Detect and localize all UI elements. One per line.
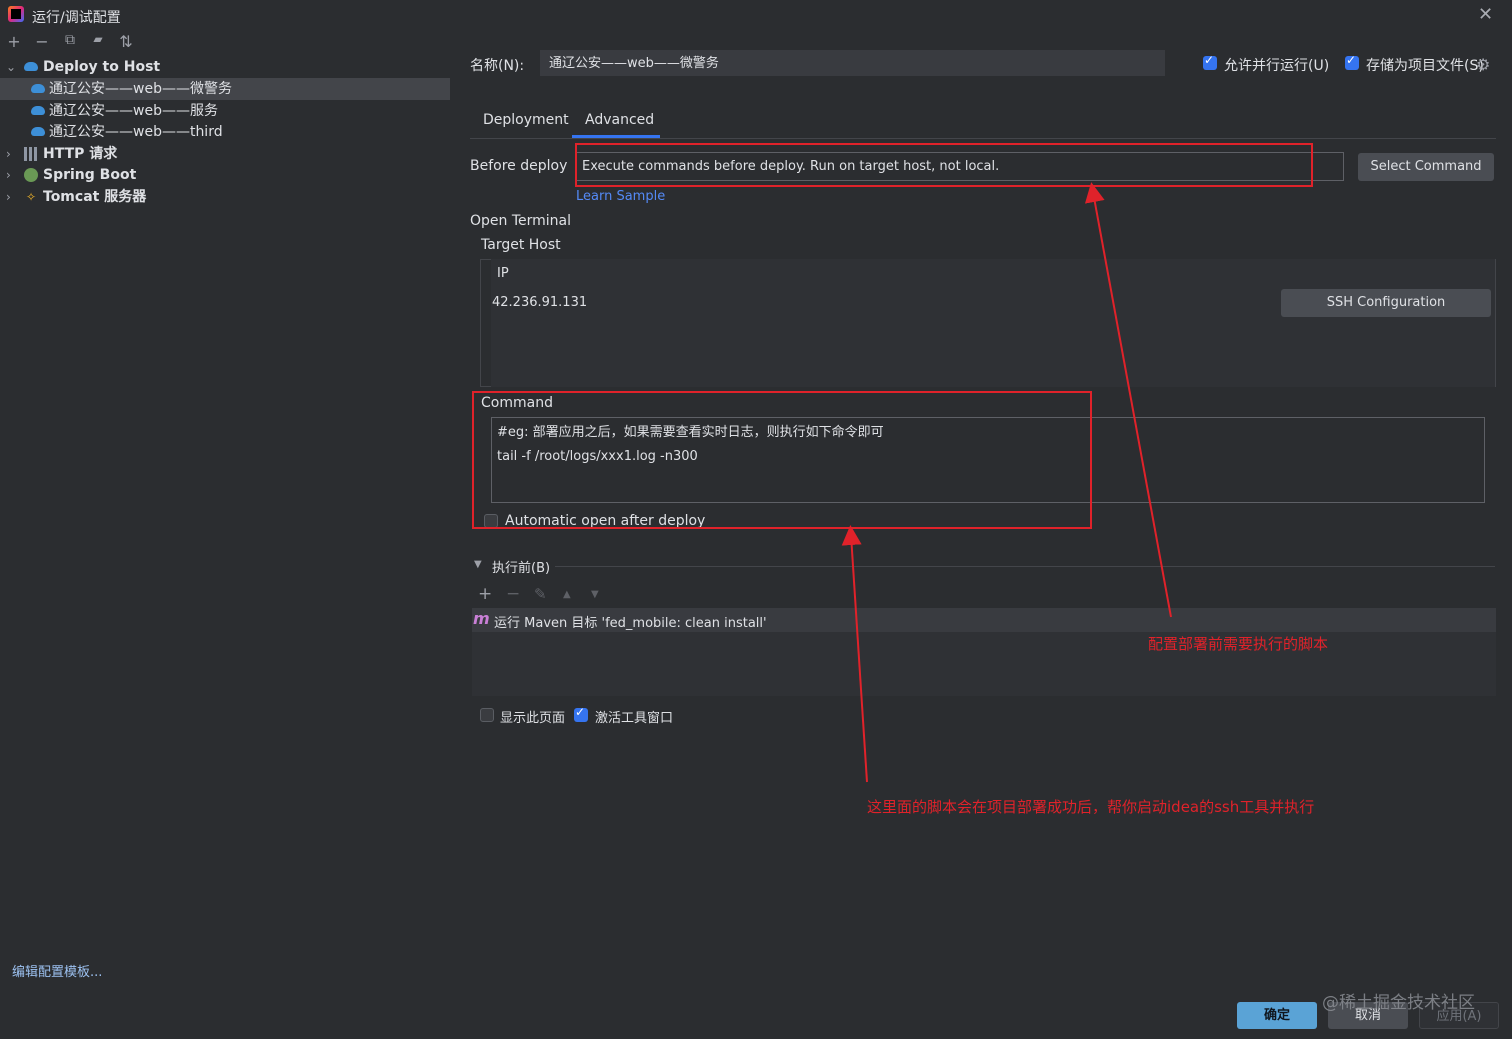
annotation-arrow — [1084, 182, 1172, 618]
annotation-arrow — [841, 525, 868, 783]
ok-button[interactable]: 确定 — [1237, 1002, 1317, 1029]
watermark: @稀土掘金技术社区 — [1322, 993, 1475, 1013]
annotation-note: 这里面的脚本会在项目部署成功后，帮你启动idea的ssh工具并执行 — [867, 798, 1315, 816]
annotation-note: 配置部署前需要执行的脚本 — [1148, 635, 1329, 653]
annotation-arrows — [841, 182, 1172, 783]
